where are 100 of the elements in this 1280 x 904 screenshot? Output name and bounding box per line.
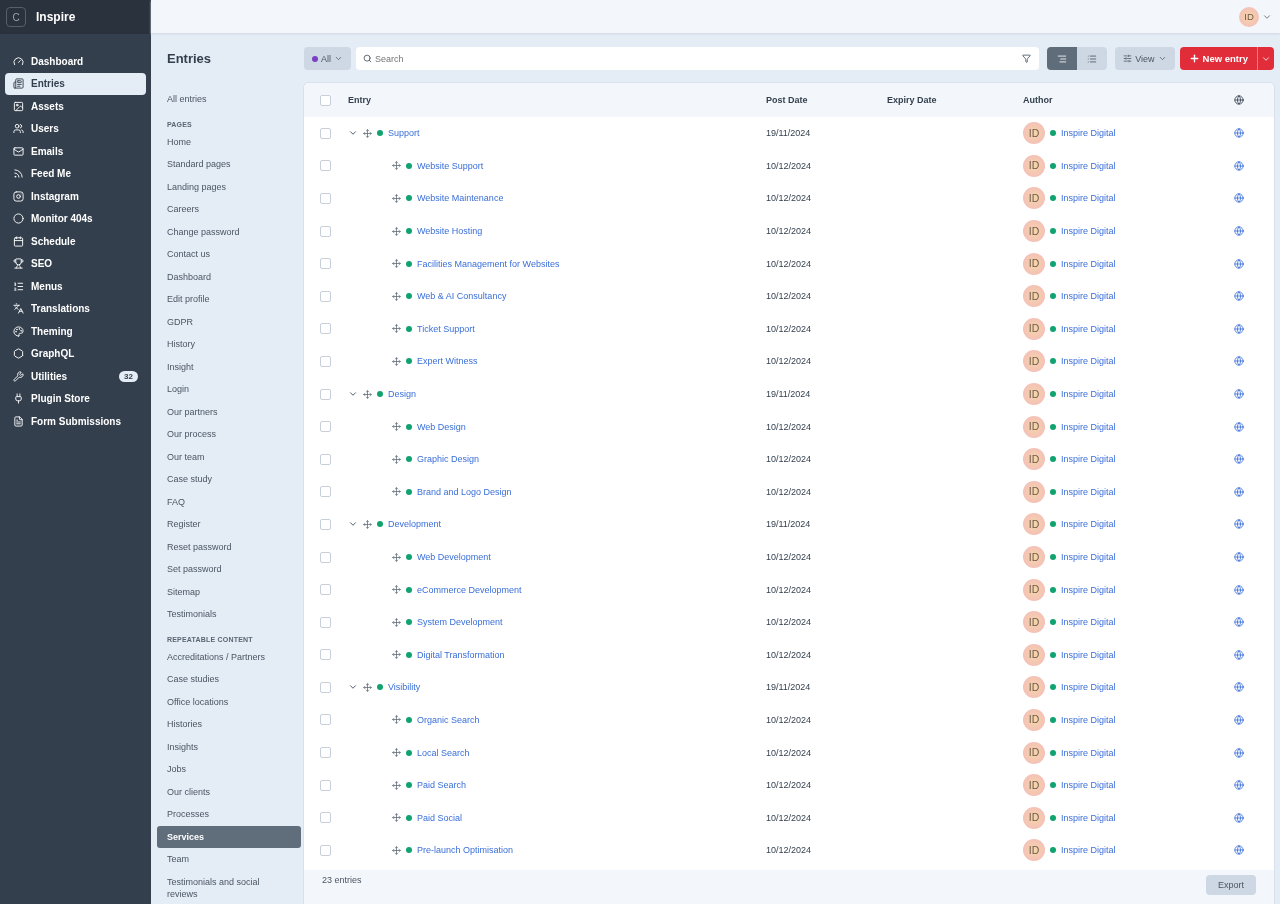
row-checkbox[interactable] [320, 225, 331, 237]
row-checkbox[interactable] [320, 714, 331, 726]
row-checkbox[interactable] [320, 779, 331, 791]
nav-item[interactable]: Instagram [5, 185, 146, 208]
author-link[interactable]: Inspire Digital [1061, 682, 1116, 693]
caret-button[interactable] [1257, 47, 1274, 70]
entry-link[interactable]: Website Maintenance [417, 193, 504, 204]
entry-link[interactable]: System Development [417, 617, 503, 628]
entry-link[interactable]: Paid Search [417, 780, 467, 791]
row-checkbox[interactable] [320, 290, 331, 302]
source-item[interactable]: FAQ [157, 490, 301, 513]
nav-item[interactable]: Translations [5, 297, 146, 320]
nav-item[interactable]: Assets [5, 95, 146, 118]
source-item[interactable]: Services [157, 825, 301, 848]
author-link[interactable]: Inspire Digital [1061, 617, 1116, 628]
author-link[interactable]: Inspire Digital [1061, 226, 1116, 237]
new-entry-button[interactable]: New entry [1179, 47, 1257, 70]
source-item[interactable]: Careers [157, 198, 301, 221]
entry-link[interactable]: Brand and Logo Design [417, 486, 512, 497]
column-header[interactable]: Author [1023, 95, 1234, 105]
author-link[interactable]: Inspire Digital [1061, 715, 1116, 725]
row-checkbox[interactable] [320, 551, 331, 563]
logo[interactable]: C [6, 7, 26, 27]
entry-link[interactable]: Paid Social [417, 812, 463, 823]
source-item[interactable]: Insights [157, 735, 301, 758]
row-checkbox[interactable] [320, 160, 331, 172]
nav-item[interactable]: Users [5, 117, 146, 140]
row-checkbox[interactable] [320, 453, 331, 465]
row-checkbox[interactable] [320, 486, 331, 498]
author-link[interactable]: Inspire Digital [1061, 845, 1116, 856]
source-item[interactable]: Accreditations / Partners [157, 645, 301, 668]
author-link[interactable]: Inspire Digital [1061, 356, 1116, 367]
select-all-checkbox[interactable] [320, 94, 331, 106]
source-item[interactable]: Histories [157, 713, 301, 736]
search-field[interactable]: Search [356, 47, 1040, 70]
source-item[interactable]: Edit profile [157, 288, 301, 311]
author-link[interactable]: Inspire Digital [1061, 649, 1116, 660]
nav-item[interactable]: Entries [5, 72, 146, 95]
row-checkbox[interactable] [320, 421, 331, 433]
row-checkbox[interactable] [320, 681, 331, 693]
structure-view-button[interactable] [1047, 47, 1078, 70]
entry-link[interactable]: Visibility [388, 682, 421, 693]
source-item[interactable]: Case study [157, 468, 301, 491]
status-filter[interactable]: All [304, 47, 351, 70]
author-link[interactable]: Inspire Digital [1061, 323, 1116, 334]
source-item[interactable]: Dashboard [157, 265, 301, 288]
source-item[interactable]: Contact us [157, 243, 301, 266]
column-header[interactable]: Entry [348, 95, 766, 105]
author-link[interactable]: Inspire Digital [1061, 747, 1116, 758]
column-header[interactable]: Post Date [766, 95, 887, 105]
author-link[interactable]: Inspire Digital [1061, 128, 1116, 139]
nav-item[interactable]: GraphQL [5, 342, 146, 365]
source-item[interactable]: Sitemap [157, 580, 301, 603]
nav-item[interactable]: Utilities 32 [5, 365, 146, 388]
source-item[interactable]: Home [157, 130, 301, 153]
entry-link[interactable]: Design [388, 389, 416, 400]
source-item[interactable]: Reset password [157, 535, 301, 558]
source-item[interactable]: All entries [157, 88, 301, 111]
row-checkbox[interactable] [320, 584, 331, 596]
source-item[interactable]: Insight [157, 355, 301, 378]
author-link[interactable]: Inspire Digital [1061, 552, 1116, 562]
row-checkbox[interactable] [320, 323, 331, 335]
nav-item[interactable]: SEO [5, 252, 146, 275]
row-checkbox[interactable] [320, 388, 331, 400]
entry-link[interactable]: Support [388, 128, 420, 139]
list-view-button[interactable] [1077, 47, 1108, 70]
source-item[interactable]: Case studies [157, 668, 301, 691]
column-header[interactable]: Expiry Date [887, 95, 1023, 105]
entry-link[interactable]: Organic Search [417, 715, 480, 725]
entry-link[interactable]: Digital Transformation [417, 649, 505, 660]
author-link[interactable]: Inspire Digital [1061, 454, 1116, 465]
entry-link[interactable]: Development [388, 519, 442, 530]
entry-link[interactable]: Pre-launch Optimisation [417, 845, 514, 856]
author-link[interactable]: Inspire Digital [1061, 389, 1116, 400]
nav-item[interactable]: Menus [5, 275, 146, 298]
row-checkbox[interactable] [320, 616, 331, 628]
source-item[interactable]: Landing pages [157, 175, 301, 198]
row-checkbox[interactable] [320, 649, 331, 661]
entry-link[interactable]: Web Development [417, 552, 491, 562]
entry-link[interactable]: Expert Witness [417, 356, 478, 367]
source-item[interactable]: Register [157, 513, 301, 536]
row-checkbox[interactable] [320, 812, 331, 824]
author-link[interactable]: Inspire Digital [1061, 160, 1116, 171]
nav-item[interactable]: Dashboard [5, 50, 146, 73]
source-item[interactable]: Team [157, 848, 301, 871]
source-item[interactable]: Jobs [157, 758, 301, 781]
author-link[interactable]: Inspire Digital [1061, 291, 1116, 302]
row-checkbox[interactable] [320, 747, 331, 759]
view-button[interactable]: View [1115, 47, 1175, 70]
author-link[interactable]: Inspire Digital [1061, 812, 1116, 823]
author-link[interactable]: Inspire Digital [1061, 780, 1116, 791]
row-checkbox[interactable] [320, 355, 331, 367]
entry-link[interactable]: Web Design [417, 421, 466, 432]
author-link[interactable]: Inspire Digital [1061, 519, 1116, 530]
source-item[interactable]: Login [157, 378, 301, 401]
author-link[interactable]: Inspire Digital [1061, 193, 1116, 204]
row-checkbox[interactable] [320, 258, 331, 270]
user-avatar[interactable]: ID [1239, 6, 1259, 27]
source-item[interactable]: Processes [157, 803, 301, 826]
source-item[interactable]: Our team [157, 445, 301, 468]
